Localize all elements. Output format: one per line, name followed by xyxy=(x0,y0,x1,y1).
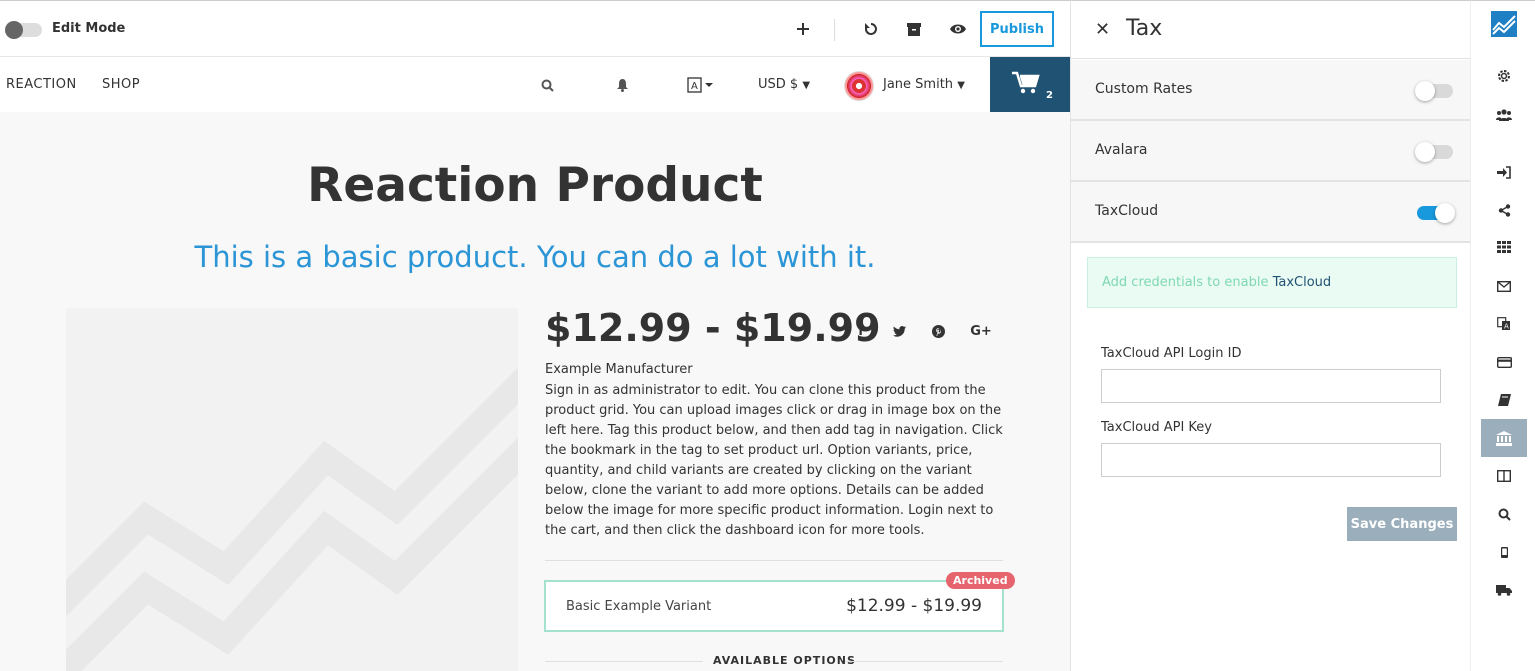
chevron-down-icon: ▼ xyxy=(957,80,965,91)
bank-icon[interactable] xyxy=(1481,419,1527,457)
envelope-icon[interactable] xyxy=(1481,267,1527,305)
settings-icon[interactable] xyxy=(1481,57,1527,95)
tax-settings-panel: ✕ Tax Custom Rates Avalara TaxCloud Add … xyxy=(1070,0,1471,671)
grid-icon[interactable] xyxy=(1481,228,1527,266)
provider-label: TaxCloud xyxy=(1095,203,1159,219)
panel-header: ✕ Tax xyxy=(1071,1,1471,59)
svg-text:A: A xyxy=(691,81,698,92)
archived-badge: Archived xyxy=(946,572,1015,589)
variant-price: $12.99 - $19.99 xyxy=(846,596,982,616)
cart-icon xyxy=(1012,71,1040,99)
login-id-label: TaxCloud API Login ID xyxy=(1101,346,1242,361)
dashboard-sidebar: A xyxy=(1470,0,1535,671)
product-title[interactable]: Reaction Product xyxy=(0,158,1070,213)
eye-icon[interactable] xyxy=(946,17,970,41)
bell-icon[interactable] xyxy=(612,75,632,95)
divider xyxy=(545,560,1003,561)
search-icon[interactable] xyxy=(1481,495,1527,533)
divider xyxy=(545,661,703,662)
alert-text: Add credentials to enable xyxy=(1102,275,1273,290)
language-icon[interactable]: A xyxy=(1481,305,1527,343)
product-subtitle[interactable]: This is a basic product. You can do a lo… xyxy=(0,240,1070,274)
image-placeholder-icon xyxy=(66,367,518,671)
save-changes-button[interactable]: Save Changes xyxy=(1347,507,1457,541)
sign-in-icon[interactable] xyxy=(1481,153,1527,191)
custom-rates-toggle[interactable] xyxy=(1415,81,1453,101)
taxcloud-toggle[interactable] xyxy=(1417,203,1455,223)
shop-navbar: REACTION SHOP A USD $ ▼ Jane Smith ▼ 2 xyxy=(0,57,1070,112)
nav-link-shop[interactable]: SHOP xyxy=(102,77,140,92)
toolbar-divider xyxy=(834,19,835,41)
provider-row-avalara: Avalara xyxy=(1071,121,1471,182)
svg-text:A: A xyxy=(1504,323,1509,331)
product-manufacturer[interactable]: Example Manufacturer xyxy=(545,362,693,377)
search-icon[interactable] xyxy=(537,75,557,95)
available-options-heading: AVAILABLE OPTIONS xyxy=(713,654,856,667)
reaction-logo-icon[interactable] xyxy=(1491,11,1517,37)
main-content: Edit Mode Publish REACTION SHOP A USD $ … xyxy=(0,0,1070,671)
twitter-icon[interactable] xyxy=(890,322,908,340)
cart-button[interactable]: 2 xyxy=(990,57,1070,112)
api-key-label: TaxCloud API Key xyxy=(1101,420,1212,435)
user-menu[interactable]: Jane Smith ▼ xyxy=(883,77,965,92)
google-plus-icon[interactable]: G+ xyxy=(970,322,992,340)
login-id-field[interactable] xyxy=(1101,369,1441,403)
truck-icon[interactable] xyxy=(1481,571,1527,609)
mobile-icon[interactable] xyxy=(1481,533,1527,571)
alert-provider: TaxCloud xyxy=(1272,275,1332,290)
product-description[interactable]: Sign in as administrator to edit. You ca… xyxy=(545,381,1005,541)
credit-card-icon[interactable] xyxy=(1481,343,1527,381)
divider xyxy=(845,661,1003,662)
share-icon[interactable] xyxy=(1481,191,1527,229)
book-icon[interactable] xyxy=(1481,381,1527,419)
variant-name: Basic Example Variant xyxy=(566,599,712,614)
users-icon[interactable] xyxy=(1481,96,1527,134)
close-icon[interactable]: ✕ xyxy=(1095,19,1110,40)
currency-selector[interactable]: USD $ ▼ xyxy=(758,77,810,92)
variant-card[interactable]: Basic Example Variant $12.99 - $19.99 xyxy=(544,580,1004,632)
undo-icon[interactable] xyxy=(859,17,883,41)
archive-icon[interactable] xyxy=(902,17,926,41)
admin-toolbar: Edit Mode Publish xyxy=(0,0,1070,57)
avalara-toggle[interactable] xyxy=(1415,142,1453,162)
plus-icon[interactable] xyxy=(791,17,815,41)
facebook-icon[interactable]: f xyxy=(852,322,870,340)
product-image-dropzone[interactable] xyxy=(66,308,518,671)
api-key-field[interactable] xyxy=(1101,443,1441,477)
nav-link-reaction[interactable]: REACTION xyxy=(6,77,77,92)
user-name: Jane Smith xyxy=(883,77,954,92)
chevron-down-icon: ▼ xyxy=(802,80,811,91)
provider-label: Custom Rates xyxy=(1095,81,1193,97)
provider-row-taxcloud: TaxCloud xyxy=(1071,182,1471,243)
pinterest-icon[interactable] xyxy=(929,322,947,340)
provider-label: Avalara xyxy=(1095,142,1148,158)
panel-title: Tax xyxy=(1126,16,1163,41)
currency-label: USD $ xyxy=(758,77,799,92)
product-price: $12.99 - $19.99 xyxy=(545,306,881,350)
provider-row-custom-rates: Custom Rates xyxy=(1071,60,1471,121)
cart-count: 2 xyxy=(1046,90,1053,101)
credentials-alert: Add credentials to enable TaxCloud xyxy=(1087,257,1457,308)
language-icon[interactable]: A xyxy=(686,75,716,95)
avatar[interactable] xyxy=(844,71,874,101)
edit-mode-toggle[interactable] xyxy=(5,21,42,39)
publish-button[interactable]: Publish xyxy=(980,11,1054,47)
edit-mode-label: Edit Mode xyxy=(52,21,126,36)
columns-icon[interactable] xyxy=(1481,457,1527,495)
